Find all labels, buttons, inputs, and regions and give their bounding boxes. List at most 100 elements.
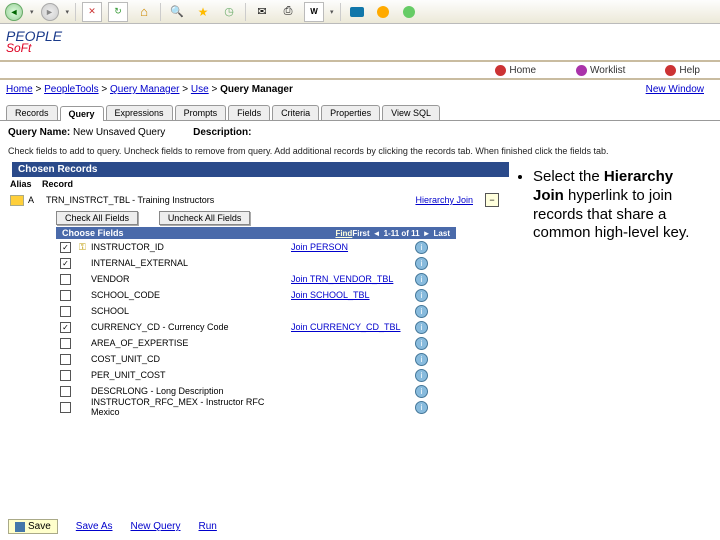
join-link[interactable]: Join CURRENCY_CD_TBL xyxy=(291,322,411,332)
key-icon xyxy=(79,322,89,332)
field-checkbox[interactable] xyxy=(60,306,71,317)
field-checkbox[interactable] xyxy=(60,242,71,253)
word-button[interactable]: W xyxy=(304,2,324,22)
first-link[interactable]: First xyxy=(352,229,369,238)
info-icon[interactable]: i xyxy=(415,273,428,286)
refresh-button[interactable]: ↻ xyxy=(108,2,128,22)
tab-properties[interactable]: Properties xyxy=(321,105,380,120)
next-icon[interactable]: ► xyxy=(423,229,431,238)
worklist-icon xyxy=(576,65,587,76)
key-icon: ⚿ xyxy=(79,242,89,252)
home-button[interactable]: ⌂ xyxy=(134,2,154,22)
info-icon[interactable]: i xyxy=(415,369,428,382)
field-checkbox[interactable] xyxy=(60,258,71,269)
tab-fields[interactable]: Fields xyxy=(228,105,270,120)
new-query-link[interactable]: New Query xyxy=(131,521,181,532)
tab-expressions[interactable]: Expressions xyxy=(106,105,173,120)
crumb-query-manager[interactable]: Query Manager xyxy=(110,84,179,95)
prev-icon[interactable]: ◄ xyxy=(373,229,381,238)
info-icon[interactable]: i xyxy=(415,353,428,366)
ext-button-2[interactable] xyxy=(373,2,393,22)
crumb-home[interactable]: Home xyxy=(6,84,33,95)
join-link[interactable]: Join PERSON xyxy=(291,242,411,252)
crumb-use[interactable]: Use xyxy=(191,84,209,95)
favorites-button[interactable]: ★ xyxy=(193,2,213,22)
field-checkbox[interactable] xyxy=(60,338,71,349)
key-icon xyxy=(79,386,89,396)
field-name: SCHOOL_CODE xyxy=(91,290,291,300)
alias-header: Alias xyxy=(10,179,42,189)
check-all-button[interactable]: Check All Fields xyxy=(56,211,138,225)
join-link[interactable]: Join SCHOOL_TBL xyxy=(291,290,411,300)
field-row: AREA_OF_EXPERTISEi xyxy=(6,335,503,351)
crumb-peopletools[interactable]: PeopleTools xyxy=(44,84,98,95)
tab-query[interactable]: Query xyxy=(60,106,104,121)
history-button[interactable]: ◷ xyxy=(219,2,239,22)
field-checkbox[interactable] xyxy=(60,402,71,413)
run-link[interactable]: Run xyxy=(199,521,217,532)
ext-button-1[interactable] xyxy=(347,2,367,22)
key-icon xyxy=(79,338,89,348)
field-name: DESCRLONG - Long Description xyxy=(91,386,291,396)
info-icon[interactable]: i xyxy=(415,289,428,302)
join-link[interactable]: Join TRN_VENDOR_TBL xyxy=(291,274,411,284)
key-icon xyxy=(79,274,89,284)
field-checkbox[interactable] xyxy=(60,290,71,301)
find-link[interactable]: Find xyxy=(335,229,352,238)
query-name-value: New Unsaved Query xyxy=(73,127,165,138)
print-icon: ⎙ xyxy=(284,5,293,18)
chosen-records-header: Chosen Records xyxy=(12,162,509,177)
back-dropdown-icon[interactable]: ▾ xyxy=(30,8,34,16)
forward-dropdown-icon[interactable]: ▾ xyxy=(66,8,70,16)
print-button[interactable]: ⎙ xyxy=(278,2,298,22)
folder-icon[interactable] xyxy=(10,195,24,206)
field-checkbox[interactable] xyxy=(60,322,71,333)
nav-worklist[interactable]: Worklist xyxy=(576,65,625,76)
globe-icon xyxy=(403,6,415,18)
ext-button-3[interactable] xyxy=(399,2,419,22)
field-name: INSTRUCTOR_RFC_MEX - Instructor RFC Mexi… xyxy=(91,397,291,417)
back-button[interactable]: ◄ xyxy=(4,2,24,22)
field-row: COST_UNIT_CD i xyxy=(6,351,503,367)
nav-home[interactable]: Home xyxy=(495,65,536,76)
field-row: CURRENCY_CD - Currency CodeJoin CURRENCY… xyxy=(6,319,503,335)
info-icon[interactable]: i xyxy=(415,241,428,254)
record-alias: A xyxy=(28,195,46,205)
field-checkbox[interactable] xyxy=(60,274,71,285)
info-icon[interactable]: i xyxy=(415,337,428,350)
save-button[interactable]: Save xyxy=(8,519,58,534)
stop-button[interactable]: ✕ xyxy=(82,2,102,22)
record-name: TRN_INSTRCT_TBL - Training Instructors xyxy=(46,195,415,205)
field-name: VENDOR xyxy=(91,274,291,284)
save-as-link[interactable]: Save As xyxy=(76,521,113,532)
search-icon: 🔍 xyxy=(170,5,184,18)
field-name: COST_UNIT_CD xyxy=(91,354,291,364)
info-icon[interactable]: i xyxy=(415,401,428,414)
info-icon[interactable]: i xyxy=(415,305,428,318)
description-label: Description: xyxy=(193,127,251,138)
info-icon[interactable]: i xyxy=(415,385,428,398)
forward-button[interactable]: ► xyxy=(40,2,60,22)
tab-records[interactable]: Records xyxy=(6,105,58,120)
field-checkbox[interactable] xyxy=(60,386,71,397)
field-checkbox[interactable] xyxy=(60,370,71,381)
hierarchy-join-link[interactable]: Hierarchy Join xyxy=(415,195,473,205)
info-icon[interactable]: i xyxy=(415,321,428,334)
stop-icon: ✕ xyxy=(88,6,96,17)
mail-button[interactable]: ✉ xyxy=(252,2,272,22)
field-checkbox[interactable] xyxy=(60,354,71,365)
uncheck-all-button[interactable]: Uncheck All Fields xyxy=(159,211,251,225)
tab-strip: Records Query Expressions Prompts Fields… xyxy=(0,105,720,121)
info-icon[interactable]: i xyxy=(415,257,428,270)
last-link[interactable]: Last xyxy=(434,229,450,238)
new-window-link[interactable]: New Window xyxy=(646,84,714,95)
search-button[interactable]: 🔍 xyxy=(167,2,187,22)
key-icon xyxy=(79,402,89,412)
annotation-panel: Select the Hierarchy Join hyperlink to j… xyxy=(503,162,708,415)
tab-prompts[interactable]: Prompts xyxy=(175,105,227,120)
word-dropdown-icon[interactable]: ▾ xyxy=(330,8,334,16)
remove-record-button[interactable]: − xyxy=(485,193,499,207)
tab-criteria[interactable]: Criteria xyxy=(272,105,319,120)
tab-view-sql[interactable]: View SQL xyxy=(382,105,440,120)
nav-help[interactable]: Help xyxy=(665,65,700,76)
